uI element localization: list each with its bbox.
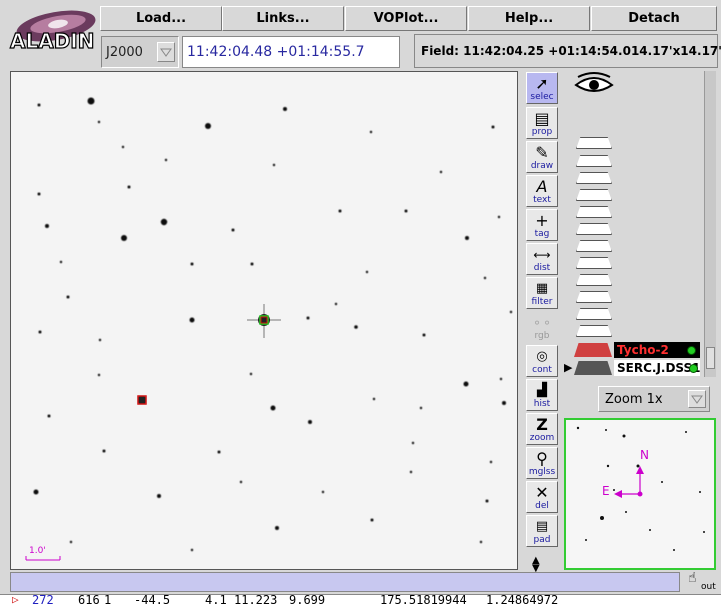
- tool-pad[interactable]: ▤ pad: [526, 515, 558, 547]
- measure-cell: 175.51819944: [380, 594, 467, 606]
- thumbnail-view[interactable]: N E: [564, 418, 716, 570]
- tool-rgb[interactable]: ⚬⚬ rgb: [526, 311, 558, 343]
- plane-label-dss: SERC.J.DSS1: [617, 361, 700, 375]
- load-button[interactable]: Load...: [100, 6, 222, 31]
- coordinate-input-value: 11:42:04.48 +01:14:55.7: [187, 44, 365, 60]
- notepad-icon: ▤: [535, 519, 549, 534]
- row-pointer-icon[interactable]: ▷: [12, 595, 19, 606]
- empty-plane[interactable]: [576, 274, 612, 286]
- catalog-plane-icon: [574, 343, 612, 357]
- tool-del[interactable]: ✕ del: [526, 481, 558, 513]
- measure-cell: 4.1: [205, 594, 227, 606]
- empty-plane[interactable]: [576, 308, 612, 320]
- empty-plane[interactable]: [576, 240, 612, 252]
- toolbar: ➚ selec ▤ prop ✎ draw A text + tag ⟷ dis…: [524, 71, 560, 574]
- tool-zoom[interactable]: Z zoom: [526, 413, 558, 445]
- tool-select[interactable]: ➚ selec: [526, 72, 558, 104]
- empty-plane[interactable]: [576, 172, 612, 184]
- status-dot: [687, 346, 696, 355]
- plane-row-dss[interactable]: ▶ SERC.J.DSS1: [564, 359, 704, 377]
- plane-stack-scrollbar[interactable]: [704, 71, 716, 377]
- aladin-logo: ALADIN: [6, 4, 98, 54]
- empty-plane[interactable]: [576, 189, 612, 201]
- field-size: 14.17'x14.17': [630, 44, 721, 58]
- field-coords: 11:42:04.25 +01:14:54.0: [463, 44, 631, 58]
- plane-label-tycho: Tycho-2: [617, 343, 669, 357]
- empty-plane[interactable]: [576, 223, 612, 235]
- voplot-button[interactable]: VOPlot...: [345, 6, 467, 31]
- hand-cursor-icon: ☝: [688, 570, 697, 586]
- tool-dist[interactable]: ⟷ dist: [526, 243, 558, 275]
- empty-plane[interactable]: [576, 257, 612, 269]
- measure-cell: 11.223: [234, 594, 278, 606]
- chevron-down-icon[interactable]: [157, 42, 175, 62]
- bright-star: [247, 304, 281, 338]
- zoom-select[interactable]: Zoom 1x: [598, 386, 710, 412]
- zoom-Z-icon: Z: [536, 415, 548, 434]
- arrow-cursor-icon: ➚: [535, 74, 549, 93]
- tycho-source-marker[interactable]: [137, 395, 147, 405]
- rgb-circles-icon: ⚬⚬: [531, 316, 553, 330]
- empty-plane[interactable]: [576, 325, 612, 337]
- delete-x-icon: ✕: [535, 483, 549, 502]
- chevron-down-icon[interactable]: [688, 390, 706, 408]
- scrollbar-thumb[interactable]: [706, 347, 715, 369]
- compass-east-label: E: [602, 484, 610, 498]
- frame-select[interactable]: J2000: [101, 36, 179, 68]
- filter-icon: ▦: [535, 281, 549, 296]
- measure-cell: 1.24864972: [486, 594, 559, 606]
- current-plane-arrow-icon: ▶: [564, 361, 573, 374]
- measure-cell: -44.5: [134, 594, 171, 606]
- links-button[interactable]: Links...: [222, 6, 344, 31]
- measure-cell[interactable]: 272: [32, 595, 54, 606]
- logo-text: ALADIN: [10, 29, 94, 53]
- tool-hist[interactable]: ▟ hist: [526, 379, 558, 411]
- ruler-icon: ⟷: [533, 248, 551, 262]
- status-dot: [689, 364, 698, 373]
- frame-value: J2000: [106, 44, 143, 60]
- image-view[interactable]: 1.0': [10, 71, 518, 570]
- plane-row-tycho[interactable]: Tycho-2: [564, 341, 704, 359]
- eye-icon[interactable]: [574, 71, 614, 102]
- compass-icon: [614, 466, 644, 498]
- coordinate-input[interactable]: 11:42:04.48 +01:14:55.7: [182, 36, 400, 68]
- contour-eye-icon: ◎: [536, 349, 548, 364]
- measure-cell: 1: [104, 594, 112, 606]
- image-plane-icon: [574, 361, 612, 375]
- empty-plane[interactable]: [576, 206, 612, 218]
- measure-cell: 616: [78, 594, 100, 606]
- crosshair-icon: +: [535, 211, 549, 230]
- status-bar: [10, 572, 680, 592]
- detach-button[interactable]: Detach: [591, 6, 717, 31]
- measure-cell: 9.699: [289, 594, 326, 606]
- compass-north-label: N: [640, 448, 649, 462]
- splitter-handle[interactable]: ▲ ▼: [532, 556, 540, 574]
- pencil-icon: ✎: [535, 143, 549, 162]
- properties-icon: ▤: [534, 109, 550, 128]
- tool-filter[interactable]: ▦ filter: [526, 277, 558, 309]
- tool-text[interactable]: A text: [526, 175, 558, 207]
- scale-label: 1.0': [29, 546, 46, 556]
- field-info: Field: 11:42:04.25 +01:14:54.0 14.17'x14.…: [414, 34, 721, 68]
- empty-plane[interactable]: [576, 155, 612, 167]
- empty-plane[interactable]: [576, 137, 612, 149]
- tool-draw[interactable]: ✎ draw: [526, 141, 558, 173]
- star-field: [33, 97, 513, 552]
- empty-plane[interactable]: [576, 291, 612, 303]
- zoom-value: Zoom 1x: [605, 391, 663, 407]
- field-label: Field:: [421, 44, 459, 58]
- magnifier-icon: ⚲: [536, 449, 548, 468]
- scale-bar: [25, 556, 61, 561]
- measurement-table: ▷ 272 616 1 -44.5 4.1 11.223 9.699 175.5…: [0, 594, 721, 606]
- plane-stack[interactable]: Tycho-2 ▶ SERC.J.DSS1: [564, 71, 704, 377]
- histogram-icon: ▟: [537, 383, 547, 398]
- tool-tag[interactable]: + tag: [526, 209, 558, 241]
- text-A-icon: A: [536, 177, 548, 196]
- help-button[interactable]: Help...: [468, 6, 590, 31]
- tool-cont[interactable]: ◎ cont: [526, 345, 558, 377]
- tool-prop[interactable]: ▤ prop: [526, 107, 558, 139]
- tool-mglss[interactable]: ⚲ mglss: [526, 447, 558, 479]
- out-button[interactable]: ☝ out: [684, 570, 718, 594]
